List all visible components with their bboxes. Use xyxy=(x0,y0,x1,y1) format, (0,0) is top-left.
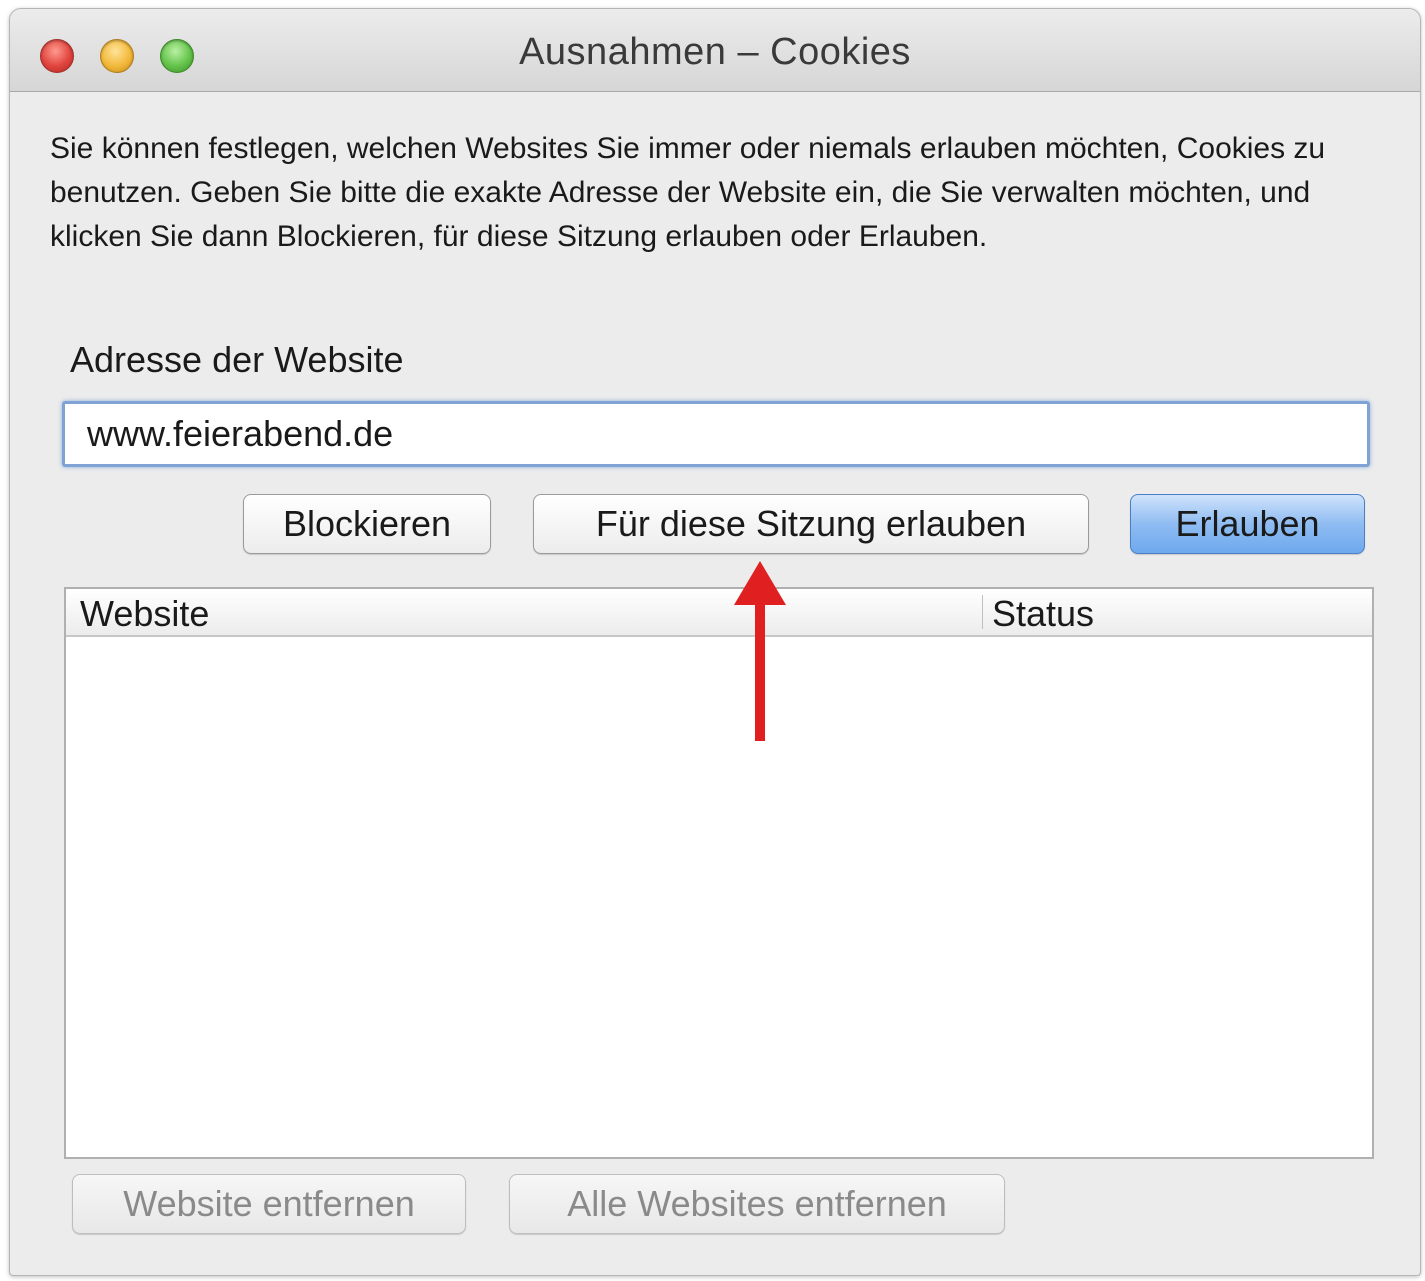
remove-website-button[interactable]: Website entfernen xyxy=(72,1174,466,1234)
remove-all-websites-button[interactable]: Alle Websites entfernen xyxy=(509,1174,1005,1234)
instructions-text: Sie können festlegen, welchen Websites S… xyxy=(50,132,1326,253)
red-arrow-annotation xyxy=(734,561,786,741)
title-bar[interactable]: Ausnahmen – Cookies xyxy=(10,9,1420,92)
exceptions-table[interactable]: Website Status xyxy=(64,587,1374,1159)
allow-session-button[interactable]: Für diese Sitzung erlauben xyxy=(533,494,1089,554)
arrow-head xyxy=(734,561,786,605)
address-label: Adresse der Website xyxy=(70,339,404,380)
allow-button[interactable]: Erlauben xyxy=(1130,494,1365,554)
column-header-status[interactable]: Status xyxy=(992,589,1094,635)
block-button[interactable]: Blockieren xyxy=(243,494,491,554)
column-divider[interactable] xyxy=(982,595,983,629)
table-header: Website Status xyxy=(66,589,1372,637)
website-address-input[interactable] xyxy=(62,401,1370,467)
arrow-shaft xyxy=(755,601,765,741)
cookie-exceptions-dialog: Ausnahmen – Cookies Sie können festlegen… xyxy=(9,8,1421,1276)
column-header-website[interactable]: Website xyxy=(80,589,209,635)
window-title: Ausnahmen – Cookies xyxy=(519,31,911,73)
